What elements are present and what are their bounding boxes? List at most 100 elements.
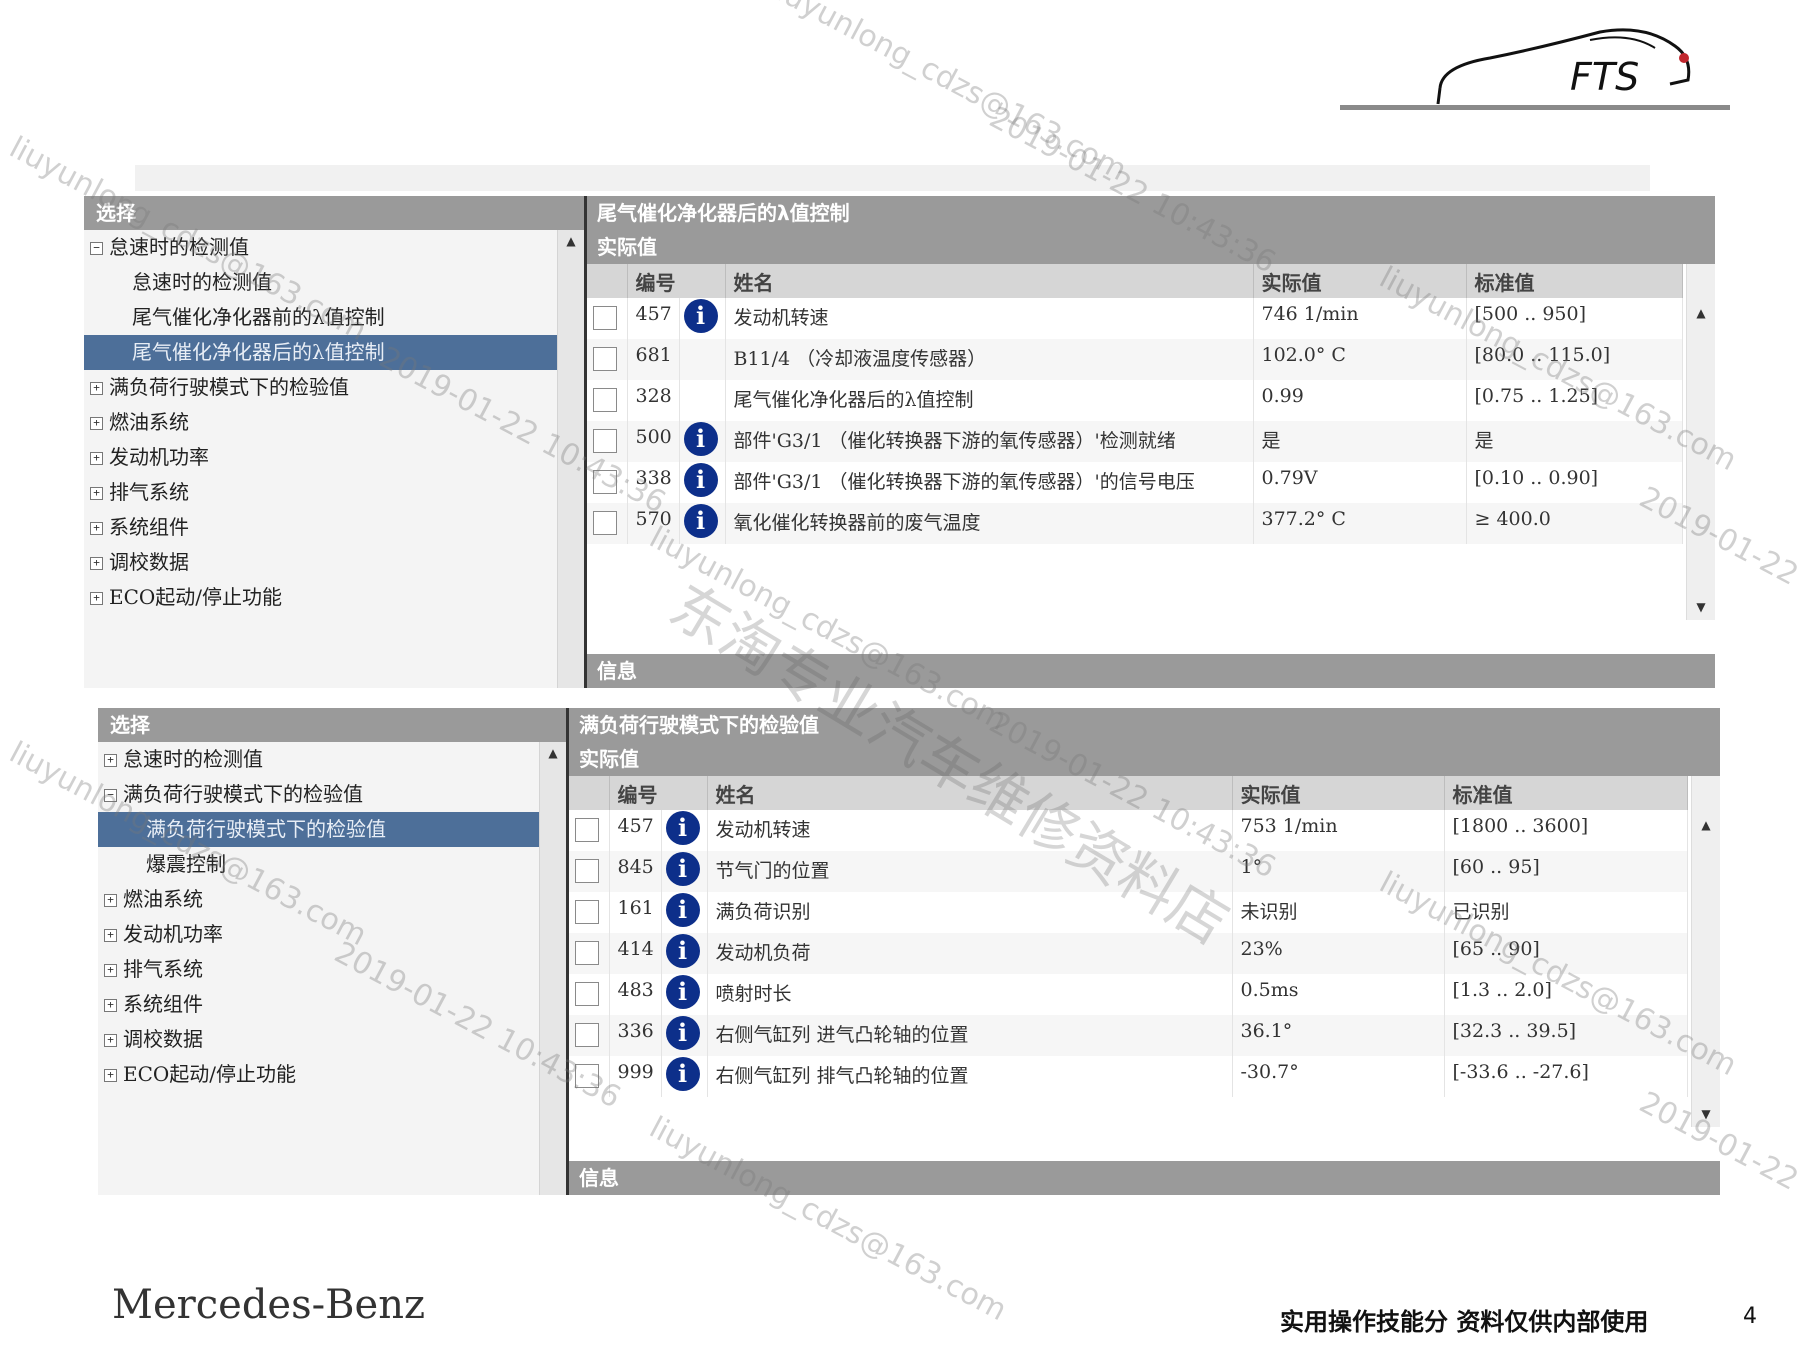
- info-icon[interactable]: i: [665, 852, 700, 886]
- expand-icon[interactable]: +: [90, 592, 103, 605]
- row-checkbox[interactable]: [593, 388, 617, 412]
- table-row[interactable]: 999 i 右侧气缸列 排气凸轮轴的位置 -30.7° [-33.6 .. -27.6]: [569, 1056, 1688, 1097]
- table-row[interactable]: 500 i 部件'G3/1 （催化转换器下游的氧传感器）'检测就绪是是: [587, 421, 1683, 462]
- column-header-no[interactable]: 编号: [609, 776, 708, 810]
- column-header-standard[interactable]: 标准值: [1466, 264, 1683, 298]
- tree-item[interactable]: + 调校数据: [98, 1022, 566, 1057]
- table-row[interactable]: 570 i 氧化催化转换器前的废气温度 377.2° C ≥ 400.0: [587, 503, 1683, 544]
- expand-icon[interactable]: +: [90, 487, 103, 500]
- expand-icon[interactable]: +: [90, 522, 103, 535]
- row-checkbox[interactable]: [575, 1023, 599, 1047]
- table-row[interactable]: 336 i 右侧气缸列 进气凸轮轴的位置 36.1° [32.3 .. 39.5]: [569, 1015, 1688, 1056]
- tree-scrollbar[interactable]: ▲: [557, 230, 584, 688]
- row-checkbox[interactable]: [575, 941, 599, 965]
- column-header-name[interactable]: 姓名: [725, 264, 1254, 298]
- tree-item[interactable]: + 怠速时的检测值: [98, 742, 566, 777]
- tree-item[interactable]: 怠速时的检测值: [84, 265, 584, 300]
- row-checkbox[interactable]: [575, 859, 599, 883]
- expand-icon[interactable]: +: [104, 929, 117, 942]
- table-row[interactable]: 681 B11/4 （冷却液温度传感器） 102.0° C [80.0 .. 115.…: [587, 339, 1683, 380]
- expand-icon[interactable]: +: [90, 452, 103, 465]
- tree-item[interactable]: + 系统组件: [84, 510, 584, 545]
- table-row[interactable]: 457 i 发动机转速 746 1/min [500 .. 950]: [587, 298, 1683, 339]
- tree-item[interactable]: 尾气催化净化器后的λ值控制: [84, 335, 584, 370]
- scroll-up-icon[interactable]: ▲: [1692, 818, 1720, 832]
- column-header-no[interactable]: 编号: [627, 264, 726, 298]
- expand-icon[interactable]: +: [90, 382, 103, 395]
- column-header-actual[interactable]: 实际值: [1253, 264, 1467, 298]
- row-checkbox[interactable]: [593, 511, 617, 535]
- info-icon[interactable]: i: [665, 811, 700, 845]
- expand-icon[interactable]: +: [104, 999, 117, 1012]
- cell-no: 570: [627, 503, 680, 544]
- scroll-down-icon[interactable]: ▼: [1692, 1107, 1720, 1121]
- table-row[interactable]: 328 尾气催化净化器后的λ值控制 0.99 [0.75 .. 1.25]: [587, 380, 1683, 421]
- collapse-icon[interactable]: −: [104, 789, 117, 802]
- info-cell: [679, 339, 726, 380]
- table-row[interactable]: 161 i 满负荷识别 未识别 已识别: [569, 892, 1688, 933]
- table-row[interactable]: 338 i 部件'G3/1 （催化转换器下游的氧传感器）'的信号电压 0.79V [0.…: [587, 462, 1683, 503]
- brand-name: Mercedes-Benz: [112, 1282, 426, 1328]
- tree-item[interactable]: + 燃油系统: [98, 882, 566, 917]
- row-checkbox[interactable]: [575, 818, 599, 842]
- expand-icon[interactable]: +: [90, 417, 103, 430]
- tree-item[interactable]: + 排气系统: [84, 475, 584, 510]
- tree-item[interactable]: 爆震控制: [98, 847, 566, 882]
- tree-item[interactable]: + 发动机功率: [98, 917, 566, 952]
- table-row[interactable]: 457 i 发动机转速 753 1/min [1800 .. 3600]: [569, 810, 1688, 851]
- table-row[interactable]: 483 i 喷射时长 0.5ms [1.3 .. 2.0]: [569, 974, 1688, 1015]
- cell-standard-value: [60 .. 95]: [1444, 851, 1688, 892]
- tree-item[interactable]: + 燃油系统: [84, 405, 584, 440]
- tree-item[interactable]: − 怠速时的检测值: [84, 230, 584, 265]
- slide-band: [135, 165, 1650, 191]
- expand-icon[interactable]: +: [104, 1034, 117, 1047]
- expand-icon[interactable]: +: [90, 557, 103, 570]
- info-icon[interactable]: i: [665, 1057, 700, 1091]
- info-icon[interactable]: i: [683, 463, 718, 497]
- scroll-up-icon[interactable]: ▲: [540, 746, 566, 760]
- tree-item-label: 尾气催化净化器后的λ值控制: [132, 340, 385, 364]
- table-row[interactable]: 845 i 节气门的位置 1° [60 .. 95]: [569, 851, 1688, 892]
- info-icon[interactable]: i: [665, 893, 700, 927]
- table-scrollbar[interactable]: ▲ ▼: [1691, 776, 1720, 1127]
- row-checkbox[interactable]: [593, 347, 617, 371]
- tree-item[interactable]: + 系统组件: [98, 987, 566, 1022]
- scroll-up-icon[interactable]: ▲: [558, 234, 584, 248]
- tree-item[interactable]: 满负荷行驶模式下的检验值: [98, 812, 566, 847]
- info-icon[interactable]: i: [665, 1016, 700, 1050]
- column-header-standard[interactable]: 标准值: [1444, 776, 1688, 810]
- expand-icon[interactable]: +: [104, 1069, 117, 1082]
- info-icon[interactable]: i: [683, 299, 718, 333]
- tree-item[interactable]: + 满负荷行驶模式下的检验值: [84, 370, 584, 405]
- scroll-down-icon[interactable]: ▼: [1687, 600, 1715, 614]
- column-header-name[interactable]: 姓名: [707, 776, 1233, 810]
- table-scrollbar[interactable]: ▲ ▼: [1686, 264, 1715, 620]
- column-header-actual[interactable]: 实际值: [1232, 776, 1445, 810]
- tree-item[interactable]: + 调校数据: [84, 545, 584, 580]
- cell-no: 336: [609, 1015, 662, 1056]
- info-icon[interactable]: i: [683, 422, 718, 456]
- row-checkbox[interactable]: [593, 429, 617, 453]
- tree-item[interactable]: 尾气催化净化器前的λ值控制: [84, 300, 584, 335]
- row-checkbox[interactable]: [593, 470, 617, 494]
- tree-item[interactable]: − 满负荷行驶模式下的检验值: [98, 777, 566, 812]
- tree-item[interactable]: + ECO起动/停止功能: [84, 580, 584, 615]
- expand-icon[interactable]: +: [104, 754, 117, 767]
- tree-scrollbar[interactable]: ▲: [539, 742, 566, 1195]
- info-icon[interactable]: i: [665, 934, 700, 968]
- cell-no: 161: [609, 892, 662, 933]
- info-icon[interactable]: i: [665, 975, 700, 1009]
- row-checkbox[interactable]: [593, 306, 617, 330]
- tree-item[interactable]: + ECO起动/停止功能: [98, 1057, 566, 1092]
- row-checkbox[interactable]: [575, 1064, 599, 1088]
- table-row[interactable]: 414 i 发动机负荷 23% [65 .. 90]: [569, 933, 1688, 974]
- expand-icon[interactable]: +: [104, 894, 117, 907]
- collapse-icon[interactable]: −: [90, 242, 103, 255]
- row-checkbox[interactable]: [575, 982, 599, 1006]
- row-checkbox[interactable]: [575, 900, 599, 924]
- expand-icon[interactable]: +: [104, 964, 117, 977]
- tree-item[interactable]: + 排气系统: [98, 952, 566, 987]
- info-icon[interactable]: i: [683, 504, 718, 538]
- scroll-up-icon[interactable]: ▲: [1687, 306, 1715, 320]
- tree-item[interactable]: + 发动机功率: [84, 440, 584, 475]
